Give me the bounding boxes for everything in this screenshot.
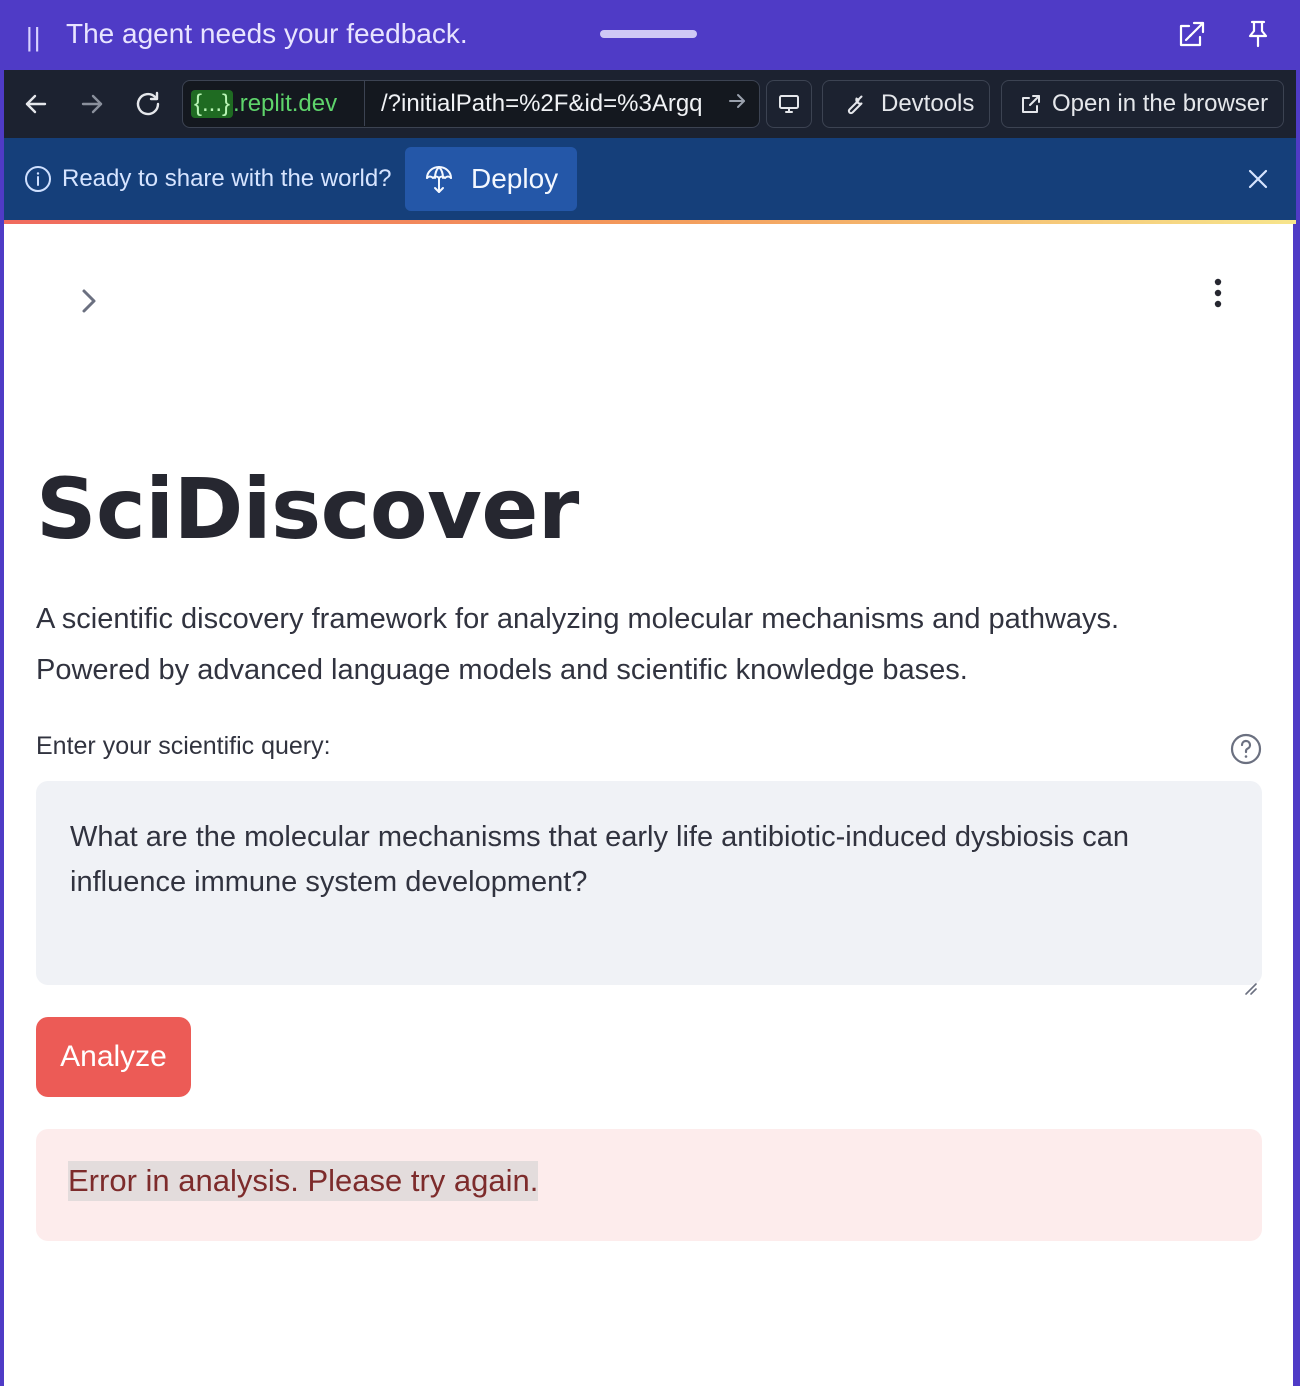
error-message: Error in analysis. Please try again. [68, 1161, 539, 1201]
devtools-button[interactable]: Devtools [822, 80, 990, 128]
info-icon [24, 165, 52, 193]
feedback-bar: || The agent needs your feedback. [0, 0, 1300, 70]
url-path[interactable]: /?initialPath=%2F&id=%3Argq [381, 81, 721, 126]
back-icon[interactable] [18, 86, 54, 122]
external-link-icon [1018, 91, 1044, 117]
description-line-1: A scientific discovery framework for ana… [36, 603, 1120, 635]
close-icon[interactable] [1244, 165, 1272, 193]
url-host-domain: .replit.dev [233, 89, 338, 117]
banner-message: Ready to share with the world? [62, 165, 392, 192]
open-browser-label: Open in the browser [1052, 90, 1269, 117]
query-text: What are the molecular mechanisms that e… [70, 821, 1129, 898]
pin-icon[interactable] [1242, 18, 1274, 50]
analyze-button[interactable]: Analyze [36, 1017, 191, 1097]
help-icon[interactable] [1229, 732, 1263, 766]
url-bar[interactable]: {...} .replit.dev /?initialPath=%2F&id=%3… [182, 80, 760, 128]
url-host-braces: {...} [191, 89, 234, 118]
deploy-button[interactable]: Deploy [405, 147, 577, 211]
page-description: A scientific discovery framework for ana… [36, 594, 1256, 696]
deploy-label: Deploy [471, 163, 559, 194]
page-title: SciDiscover [36, 460, 579, 558]
deploy-icon [423, 163, 455, 195]
feedback-message: The agent needs your feedback. [66, 18, 468, 49]
browser-toolbar: {...} .replit.dev /?initialPath=%2F&id=%3… [4, 70, 1296, 138]
app-main: SciDiscover A scientific discovery frame… [4, 224, 1293, 1386]
device-preview-button[interactable] [766, 80, 812, 128]
forward-icon[interactable] [74, 86, 110, 122]
kebab-menu-icon[interactable] [1204, 276, 1232, 310]
chevron-right-icon[interactable] [74, 284, 104, 318]
drag-handle[interactable] [600, 30, 697, 38]
query-label: Enter your scientific query: [36, 732, 331, 760]
deploy-banner: Ready to share with the world? Deploy [4, 138, 1296, 220]
query-textarea[interactable]: What are the molecular mechanisms that e… [36, 781, 1262, 995]
drag-grip-icon[interactable]: || [26, 22, 42, 53]
wrench-icon [841, 91, 867, 117]
description-line-2: Powered by advanced language models and … [36, 654, 968, 686]
monitor-icon [776, 91, 802, 117]
resize-grip-icon[interactable] [1242, 965, 1258, 995]
popout-icon[interactable] [1176, 18, 1208, 50]
error-alert: Error in analysis. Please try again. [36, 1129, 1262, 1241]
arrow-right-icon[interactable] [727, 91, 747, 117]
open-in-browser-button[interactable]: Open in the browser [1001, 80, 1284, 128]
url-host: {...} .replit.dev [183, 81, 365, 126]
devtools-label: Devtools [881, 90, 975, 117]
reload-icon[interactable] [130, 86, 166, 122]
